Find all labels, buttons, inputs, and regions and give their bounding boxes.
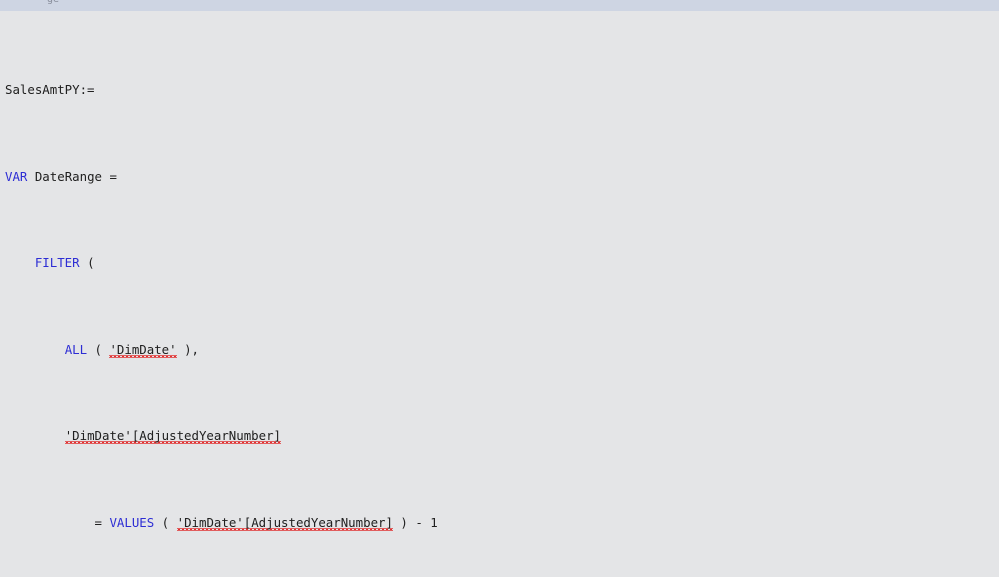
title-strip-text-fragment: ge [47, 0, 59, 5]
keyword-var: VAR [5, 168, 28, 184]
code-line: SalesAmtPY:= [5, 81, 841, 98]
table-ref-dimdate: 'DimDate' [109, 341, 177, 357]
code-line: FILTER ( [5, 254, 841, 271]
code-line: = VALUES ( 'DimDate'[AdjustedYearNumber]… [5, 514, 841, 531]
dax-code-block[interactable]: SalesAmtPY:= VAR DateRange = FILTER ( AL… [5, 12, 841, 577]
paren-close: ) - [392, 514, 431, 530]
paren-close: ), [176, 341, 199, 357]
paren-open: ( [79, 255, 95, 271]
window-title-strip: ge [0, 0, 999, 11]
var-name-daterange: DateRange = [27, 168, 117, 184]
paren-open: ( [154, 514, 177, 530]
column-ref-adjustedyearnumber: 'DimDate'[AdjustedYearNumber] [64, 428, 282, 444]
keyword-all: ALL [64, 341, 88, 357]
keyword-filter: FILTER [34, 255, 80, 271]
dax-formula-editor[interactable]: SalesAmtPY:= VAR DateRange = FILTER ( AL… [0, 11, 999, 577]
code-line: 'DimDate'[AdjustedYearNumber] [5, 427, 841, 444]
literal-one: 1 [430, 514, 438, 530]
code-line: ALL ( 'DimDate' ), [5, 341, 841, 358]
paren-open: ( [87, 341, 110, 357]
keyword-values: VALUES [109, 514, 155, 530]
operator-equals: = [94, 514, 110, 530]
column-ref-adjustedyearnumber: 'DimDate'[AdjustedYearNumber] [176, 514, 393, 530]
code-line: VAR DateRange = [5, 168, 841, 185]
measure-name-token: SalesAmtPY:= [5, 82, 95, 98]
